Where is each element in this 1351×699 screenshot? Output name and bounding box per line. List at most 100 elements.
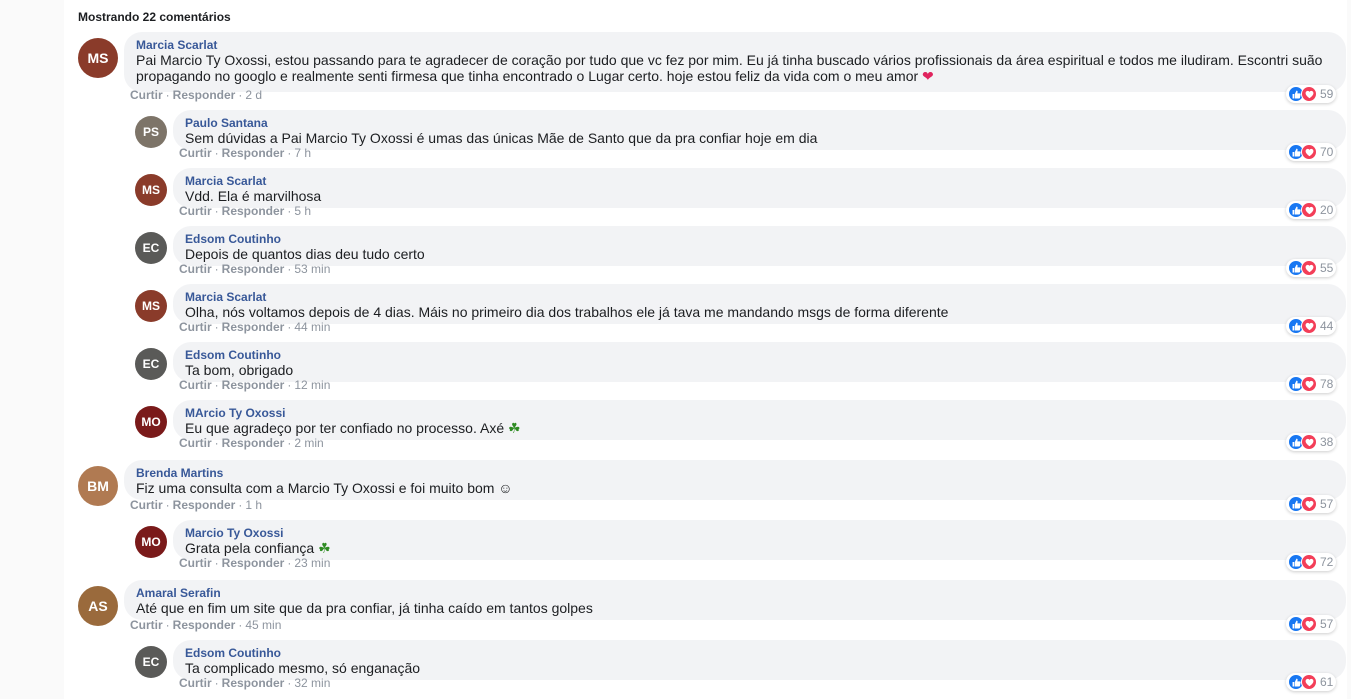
- comment-actions: Curtir · Responder · 45 min: [130, 618, 281, 632]
- like-link[interactable]: Curtir: [179, 262, 212, 276]
- separator-dot: ·: [214, 676, 219, 690]
- avatar[interactable]: AS: [78, 586, 118, 626]
- comment-author[interactable]: MArcio Ty Oxossi: [185, 406, 285, 420]
- comment-text-content: Olha, nós voltamos depois de 4 dias. Mái…: [185, 304, 949, 320]
- reaction-summary[interactable]: 59: [1286, 85, 1337, 103]
- comment-timestamp[interactable]: 5 h: [294, 204, 311, 218]
- reaction-summary[interactable]: 57: [1286, 495, 1337, 513]
- separator-dot: ·: [238, 88, 243, 102]
- comment-actions: Curtir · Responder · 7 h: [179, 146, 311, 160]
- avatar[interactable]: MS: [78, 38, 118, 78]
- avatar[interactable]: BM: [78, 466, 118, 506]
- reaction-count: 59: [1320, 87, 1334, 101]
- reaction-summary[interactable]: 72: [1286, 553, 1337, 571]
- comment-text: Vdd. Ela é marvilhosa: [185, 188, 1332, 204]
- comment-timestamp[interactable]: 2 d: [245, 88, 262, 102]
- reply-link[interactable]: Responder: [222, 378, 285, 392]
- comment-timestamp[interactable]: 23 min: [294, 556, 330, 570]
- reaction-summary[interactable]: 55: [1286, 259, 1337, 277]
- reply-link[interactable]: Responder: [222, 204, 285, 218]
- separator-dot: ·: [287, 320, 292, 334]
- reaction-summary[interactable]: 44: [1286, 317, 1337, 335]
- comment-text: Sem dúvidas a Pai Marcio Ty Oxossi é uma…: [185, 130, 1332, 146]
- separator-dot: ·: [287, 146, 292, 160]
- avatar[interactable]: PS: [135, 116, 167, 148]
- like-link[interactable]: Curtir: [179, 378, 212, 392]
- comment-author[interactable]: Marcia Scarlat: [136, 38, 217, 52]
- like-link[interactable]: Curtir: [179, 146, 212, 160]
- comment-timestamp[interactable]: 12 min: [294, 378, 330, 392]
- comment-timestamp[interactable]: 32 min: [294, 676, 330, 690]
- comment-text-content: Eu que agradeço por ter confiado no proc…: [185, 420, 505, 436]
- comment-text-content: Ta complicado mesmo, só enganação: [185, 660, 421, 676]
- reaction-count: 57: [1320, 617, 1334, 631]
- like-link[interactable]: Curtir: [179, 676, 212, 690]
- reply-link[interactable]: Responder: [222, 262, 285, 276]
- reaction-count: 44: [1320, 319, 1334, 333]
- reply-link[interactable]: Responder: [173, 88, 236, 102]
- comment-actions: Curtir · Responder · 32 min: [179, 676, 330, 690]
- reply-link[interactable]: Responder: [222, 146, 285, 160]
- avatar[interactable]: EC: [135, 646, 167, 678]
- like-link[interactable]: Curtir: [179, 204, 212, 218]
- comment-author[interactable]: Edsom Coutinho: [185, 646, 281, 660]
- comment-author[interactable]: Edsom Coutinho: [185, 348, 281, 362]
- comment-text-content: Fiz uma consulta com a Marcio Ty Oxossi …: [136, 480, 513, 496]
- separator-dot: ·: [214, 146, 219, 160]
- comment-author[interactable]: Marcio Ty Oxossi: [185, 526, 283, 540]
- reaction-count: 70: [1320, 145, 1334, 159]
- comment-author[interactable]: Paulo Santana: [185, 116, 268, 130]
- comment-author[interactable]: Marcia Scarlat: [185, 174, 266, 188]
- comment-timestamp[interactable]: 44 min: [294, 320, 330, 334]
- heart-icon: [1301, 86, 1317, 102]
- like-link[interactable]: Curtir: [130, 88, 163, 102]
- reaction-summary[interactable]: 38: [1286, 433, 1337, 451]
- comment-timestamp[interactable]: 2 min: [294, 436, 323, 450]
- avatar[interactable]: MO: [135, 526, 167, 558]
- comment-author[interactable]: Brenda Martins: [136, 466, 223, 480]
- separator-dot: ·: [165, 618, 170, 632]
- reply-link[interactable]: Responder: [173, 498, 236, 512]
- reply-link[interactable]: Responder: [222, 436, 285, 450]
- reply-link[interactable]: Responder: [222, 676, 285, 690]
- heart-icon: [1301, 144, 1317, 160]
- heart-icon: [1301, 318, 1317, 334]
- comment-actions: Curtir · Responder · 12 min: [179, 378, 330, 392]
- reaction-count: 72: [1320, 555, 1334, 569]
- avatar[interactable]: MO: [135, 406, 167, 438]
- heart-icon: [1301, 616, 1317, 632]
- avatar[interactable]: MS: [135, 290, 167, 322]
- reaction-summary[interactable]: 70: [1286, 143, 1337, 161]
- reply-link[interactable]: Responder: [222, 320, 285, 334]
- comment-author[interactable]: Amaral Serafin: [136, 586, 221, 600]
- comment-author[interactable]: Edsom Coutinho: [185, 232, 281, 246]
- like-link[interactable]: Curtir: [179, 320, 212, 334]
- reaction-summary[interactable]: 20: [1286, 201, 1337, 219]
- reaction-summary[interactable]: 78: [1286, 375, 1337, 393]
- comment-text-content: Sem dúvidas a Pai Marcio Ty Oxossi é uma…: [185, 130, 818, 146]
- avatar[interactable]: EC: [135, 348, 167, 380]
- heart-icon: [1301, 434, 1317, 450]
- shamrock-emoji-icon: ☘: [318, 540, 331, 556]
- reaction-summary[interactable]: 61: [1286, 673, 1337, 691]
- comment-timestamp[interactable]: 1 h: [245, 498, 262, 512]
- comment-text-content: Grata pela confiança: [185, 540, 315, 556]
- reply-link[interactable]: Responder: [222, 556, 285, 570]
- heart-icon: [1301, 554, 1317, 570]
- comment-timestamp[interactable]: 53 min: [294, 262, 330, 276]
- reaction-count: 20: [1320, 203, 1334, 217]
- like-link[interactable]: Curtir: [130, 498, 163, 512]
- comment-text: Eu que agradeço por ter confiado no proc…: [185, 420, 1332, 436]
- like-link[interactable]: Curtir: [179, 436, 212, 450]
- reply-link[interactable]: Responder: [173, 618, 236, 632]
- comment-timestamp[interactable]: 7 h: [294, 146, 311, 160]
- reaction-summary[interactable]: 57: [1286, 615, 1337, 633]
- like-link[interactable]: Curtir: [130, 618, 163, 632]
- comment-text: Até que en fim um site que da pra confia…: [136, 600, 1332, 616]
- comment-text-content: Pai Marcio Ty Oxossi, estou passando par…: [136, 52, 1323, 84]
- like-link[interactable]: Curtir: [179, 556, 212, 570]
- avatar[interactable]: EC: [135, 232, 167, 264]
- comment-timestamp[interactable]: 45 min: [245, 618, 281, 632]
- avatar[interactable]: MS: [135, 174, 167, 206]
- comment-author[interactable]: Marcia Scarlat: [185, 290, 266, 304]
